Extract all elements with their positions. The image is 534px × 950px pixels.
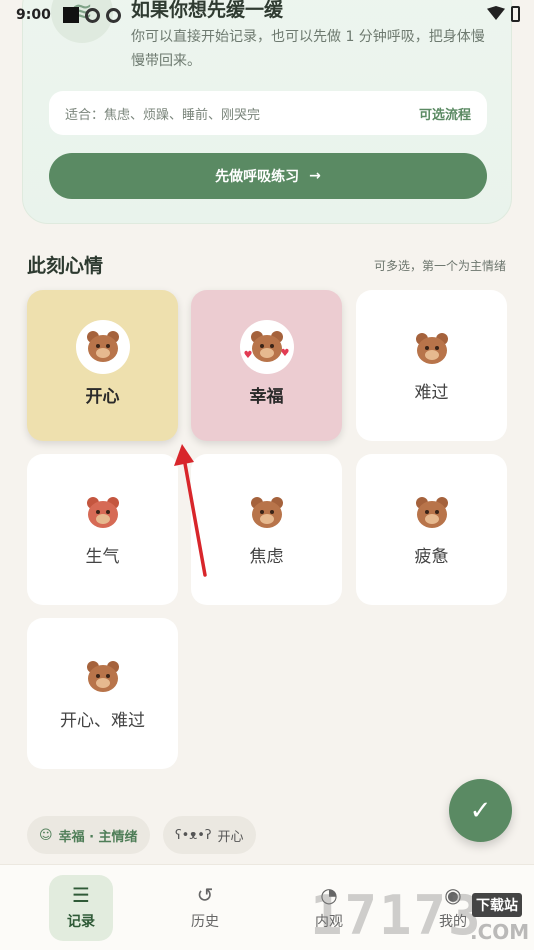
intro-description: 你可以直接开始记录，也可以先做 1 分钟呼吸，把身体慢慢带回来。 [131,29,485,69]
history-icon: ↺ [196,883,214,907]
suitable-for-row: 适合：焦虑、烦躁、睡前、刚哭完 可选流程 [49,91,487,135]
love-face-icon: ☺ [39,827,53,843]
wifi-icon [487,6,505,20]
grinning-bear-icon [84,658,122,696]
mood-label: 难过 [414,383,449,403]
angry-bear-icon [84,494,122,532]
watermark-domain: .COM [470,920,530,944]
arrow-right-icon: → [309,168,321,184]
sync-icon [84,7,100,23]
crying-bear-icon [413,330,451,368]
nav-history[interactable]: ↺ 历史 [173,875,237,941]
watermark-numbers: 17173 [310,884,483,947]
annotation-arrow-icon [174,444,207,577]
sleepy-bear-icon [413,494,451,532]
mood-section-title: 此刻心情 [27,255,104,277]
bear-icon: ʕ•ᴥ•ʔ [175,828,212,843]
mood-tile-joy[interactable]: ♥ ♥ 幸福 [191,290,342,441]
edit-list-icon: ☰ [72,883,90,907]
status-time: 9:00 [16,7,51,23]
chip-label: 幸福 · 主情绪 [58,829,138,845]
confirm-button[interactable]: ✓ [449,779,512,842]
mood-label: 疲惫 [414,547,449,567]
status-bar: 9:00 [0,0,534,30]
suitable-for-label: 适合：焦虑、烦躁、睡前、刚哭完 [65,107,261,123]
breathing-button-label: 先做呼吸练习 [215,169,300,185]
mood-label: 开心、难过 [60,711,145,731]
nav-label: 记录 [67,914,95,930]
check-icon: ✓ [469,795,492,826]
sync-icon-2 [105,7,121,23]
selected-chip-primary[interactable]: ☺ 幸福 · 主情绪 [27,816,150,854]
battery-icon [511,6,520,22]
mood-label: 生气 [85,547,120,567]
mood-section-hint: 可多选，第一个为主情绪 [373,259,506,273]
breathing-intro-card: ≋ 如果你想先缓一缓 你可以直接开始记录，也可以先做 1 分钟呼吸，把身体慢慢带… [22,0,512,224]
mood-tile-mixed[interactable]: 开心、难过 [27,618,178,769]
mood-tile-happy[interactable]: 开心 [27,290,178,441]
love-bear-icon: ♥ ♥ [239,320,294,374]
mood-label: 开心 [85,387,120,407]
happy-bear-icon [75,320,130,374]
notification-icon [62,7,79,23]
mood-label: 焦虑 [249,547,284,567]
watermark-tag: 下载站 [472,893,522,917]
mood-tile-tired[interactable]: 疲惫 [356,454,507,605]
nav-label: 历史 [191,914,219,930]
mood-label: 幸福 [249,387,284,407]
breathing-practice-button[interactable]: 先做呼吸练习 → [49,153,487,199]
anxious-bear-icon [248,494,286,532]
mood-tile-angry[interactable]: 生气 [27,454,178,605]
optional-flow-link[interactable]: 可选流程 [419,104,471,123]
selected-chip-secondary[interactable]: ʕ•ᴥ•ʔ 开心 [163,816,256,854]
chip-label: 开心 [217,829,244,845]
mood-tile-sad[interactable]: 难过 [356,290,507,441]
nav-record[interactable]: ☰ 记录 [49,875,113,941]
